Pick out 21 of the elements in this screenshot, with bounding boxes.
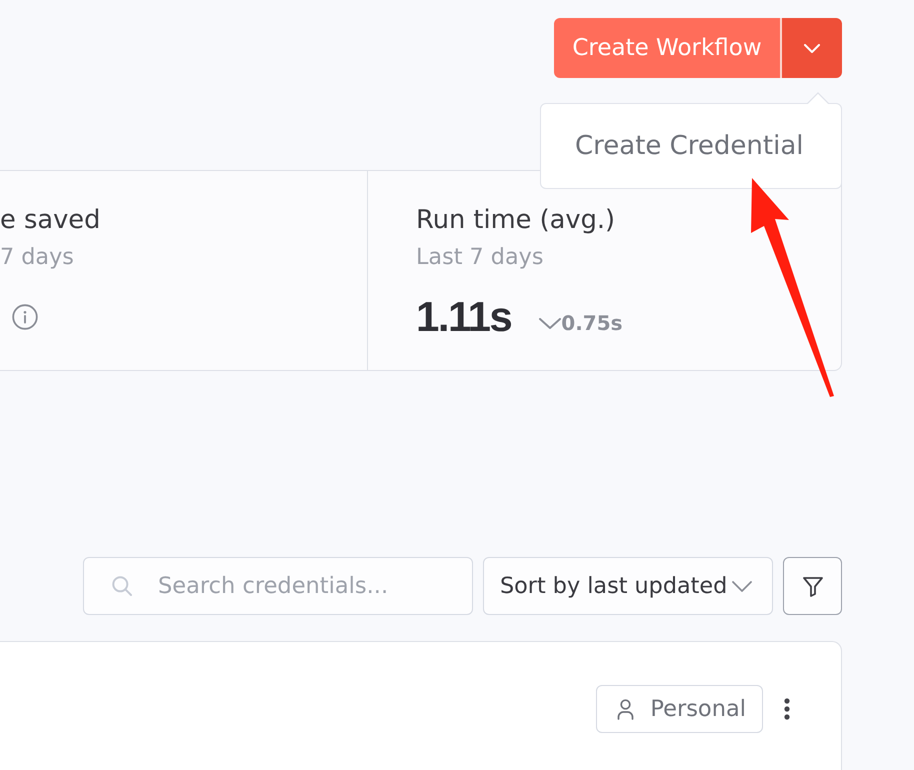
kebab-menu-icon[interactable]	[784, 698, 790, 720]
search-field[interactable]: Search credentials...	[83, 557, 473, 615]
stat-title: Run time (avg.)	[416, 205, 616, 235]
search-icon	[112, 576, 132, 596]
create-credential-menu-item[interactable]: Create Credential	[541, 126, 804, 166]
credential-card[interactable]: Personal	[0, 641, 842, 770]
create-workflow-button[interactable]: Create Workflow	[554, 18, 780, 78]
stat-title: e saved	[0, 205, 100, 235]
filter-button[interactable]	[783, 557, 842, 615]
funnel-icon	[802, 575, 824, 597]
caret-icon	[804, 44, 820, 52]
trend-value: 0.75s	[561, 311, 623, 335]
stat-period: 7 days	[0, 244, 74, 270]
owner-label: Personal	[650, 696, 746, 722]
chevron-down-icon	[732, 580, 752, 592]
stat-period: Last 7 days	[416, 244, 544, 270]
info-icon[interactable]	[12, 304, 38, 330]
stat-value: 1.11s	[416, 293, 512, 341]
sort-dropdown[interactable]: Sort by last updated	[483, 557, 773, 615]
person-icon	[617, 698, 634, 720]
dropdown-toggle-button[interactable]	[780, 18, 842, 78]
